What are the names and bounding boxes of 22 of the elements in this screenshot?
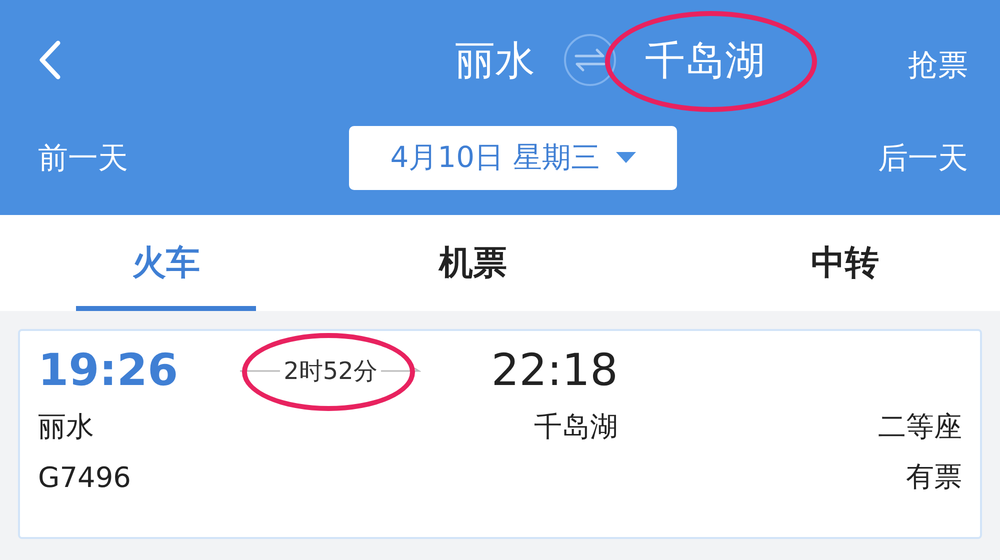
previous-day-button[interactable]: 前一天 xyxy=(38,138,128,178)
train-number: G7496 xyxy=(38,460,132,494)
caret-icon xyxy=(616,152,636,164)
origin-station[interactable]: 丽水 xyxy=(455,32,535,88)
seat-class: 二等座 xyxy=(877,409,962,445)
arrival-station: 千岛湖 xyxy=(533,409,618,445)
ticket-availability: 有票 xyxy=(905,459,962,495)
tab[interactable]: 中转 xyxy=(755,215,935,311)
destination-station[interactable]: 千岛湖 xyxy=(645,38,765,84)
date-picker[interactable]: 4月10日 星期三 xyxy=(349,126,677,190)
duration: 2时52分 xyxy=(284,356,378,384)
grab-ticket-button[interactable]: 抢票 xyxy=(908,44,968,86)
departure-station: 丽水 xyxy=(38,409,95,445)
arrival-time: 22:18 xyxy=(490,345,618,396)
swap-icon[interactable] xyxy=(563,33,617,87)
tab[interactable]: 机票 xyxy=(383,215,563,311)
next-day-button[interactable]: 后一天 xyxy=(878,138,968,178)
back-icon[interactable] xyxy=(38,40,62,80)
departure-time: 19:26 xyxy=(38,345,180,396)
train-card[interactable]: 19:26 2时52分 22:18 丽水 千岛湖 二等座 G7496 有票 xyxy=(18,329,982,539)
left-line xyxy=(240,368,280,374)
tab[interactable]: 火车 xyxy=(76,215,256,311)
